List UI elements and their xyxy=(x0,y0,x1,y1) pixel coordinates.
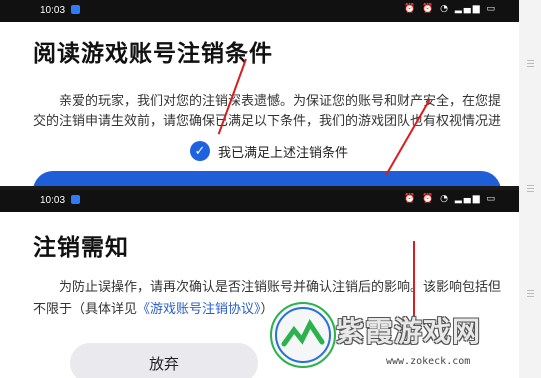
gutter-mark xyxy=(527,185,534,186)
status-time: 10:03 xyxy=(40,5,66,16)
top-screenshot: 10:03 ⏰ ⏰ ◔ ▂▄▆ ▭ 阅读游戏账号注销条件 亲爱的玩家，我们对您的… xyxy=(0,0,519,186)
gutter-mark xyxy=(527,191,534,192)
conditions-checkbox-row[interactable]: ✓ 我已满足上述注销条件 xyxy=(190,139,348,163)
gutter-mark xyxy=(527,66,534,67)
gutter-mark xyxy=(527,188,534,189)
gutter-mark xyxy=(527,293,534,294)
terms-paragraph-line-2: 交的注销申请生效前，请您确保已满足以下条件，我们的游戏团队也有权视情况进 xyxy=(33,114,502,129)
checkmark-icon[interactable]: ✓ xyxy=(190,141,210,161)
gutter-mark xyxy=(527,290,534,291)
abandon-button[interactable]: 放弃 xyxy=(70,343,258,378)
status-bar: 10:03 ⏰ ⏰ ◔ ▂▄▆ ▭ xyxy=(0,0,519,22)
system-status-icons: ⏰ ⏰ ◔ ▂▄▆ ▭ xyxy=(404,4,497,14)
app-notification-icon xyxy=(71,5,80,14)
gutter-mark xyxy=(527,60,534,61)
page-title: 阅读游戏账号注销条件 xyxy=(33,41,273,67)
gutter-mark xyxy=(527,296,534,297)
next-step-button[interactable] xyxy=(33,171,501,186)
watermark-url: www.zokeck.com xyxy=(386,356,471,367)
conditions-checkbox-label[interactable]: 我已满足上述注销条件 xyxy=(218,142,348,161)
notice-paragraph-prefix: 不限于（具体详见 xyxy=(33,302,138,317)
app-notification-icon xyxy=(71,195,80,204)
cancellation-agreement-link[interactable]: 《游戏账号注销协议》 xyxy=(137,302,261,317)
status-time: 10:03 xyxy=(40,195,66,206)
page-title: 注销需知 xyxy=(33,235,129,261)
watermark-text: 紫霞游戏网 xyxy=(336,315,482,348)
notice-paragraph-line-1: 为防止误操作，请再次确认是否注销账号并确认注销后的影响。该影响包括但 xyxy=(59,280,502,295)
system-status-icons: ⏰ ⏰ ◔ ▂▄▆ ▭ xyxy=(404,194,497,204)
gutter-mark xyxy=(527,63,534,64)
watermark-logo-icon xyxy=(270,302,336,368)
site-watermark: 紫霞游戏网 www.zokeck.com xyxy=(270,300,530,378)
status-bar: 10:03 ⏰ ⏰ ◔ ▂▄▆ ▭ xyxy=(0,190,519,212)
